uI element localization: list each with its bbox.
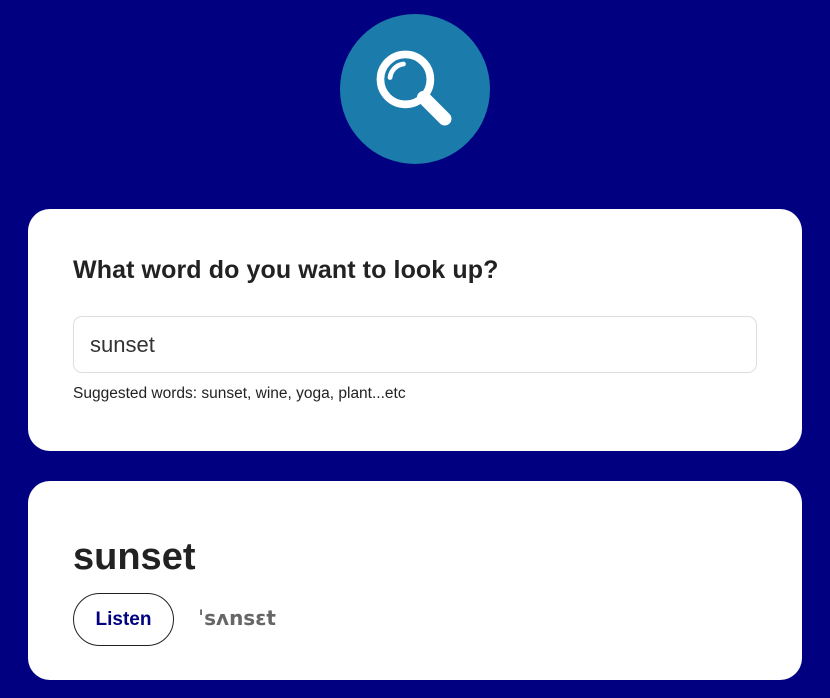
word-title: sunset — [73, 536, 196, 578]
suggested-words: Suggested words: sunset, wine, yoga, pla… — [73, 385, 406, 402]
phonetic-text: ˈsʌnsɛt — [198, 606, 276, 630]
search-heading: What word do you want to look up? — [73, 256, 499, 284]
search-icon — [376, 50, 452, 126]
app-logo — [340, 14, 490, 164]
search-input[interactable] — [73, 316, 757, 373]
result-card: sunset Listen ˈsʌnsɛt — [28, 481, 802, 680]
listen-button[interactable]: Listen — [73, 593, 174, 646]
search-card: What word do you want to look up? Sugges… — [28, 209, 802, 451]
